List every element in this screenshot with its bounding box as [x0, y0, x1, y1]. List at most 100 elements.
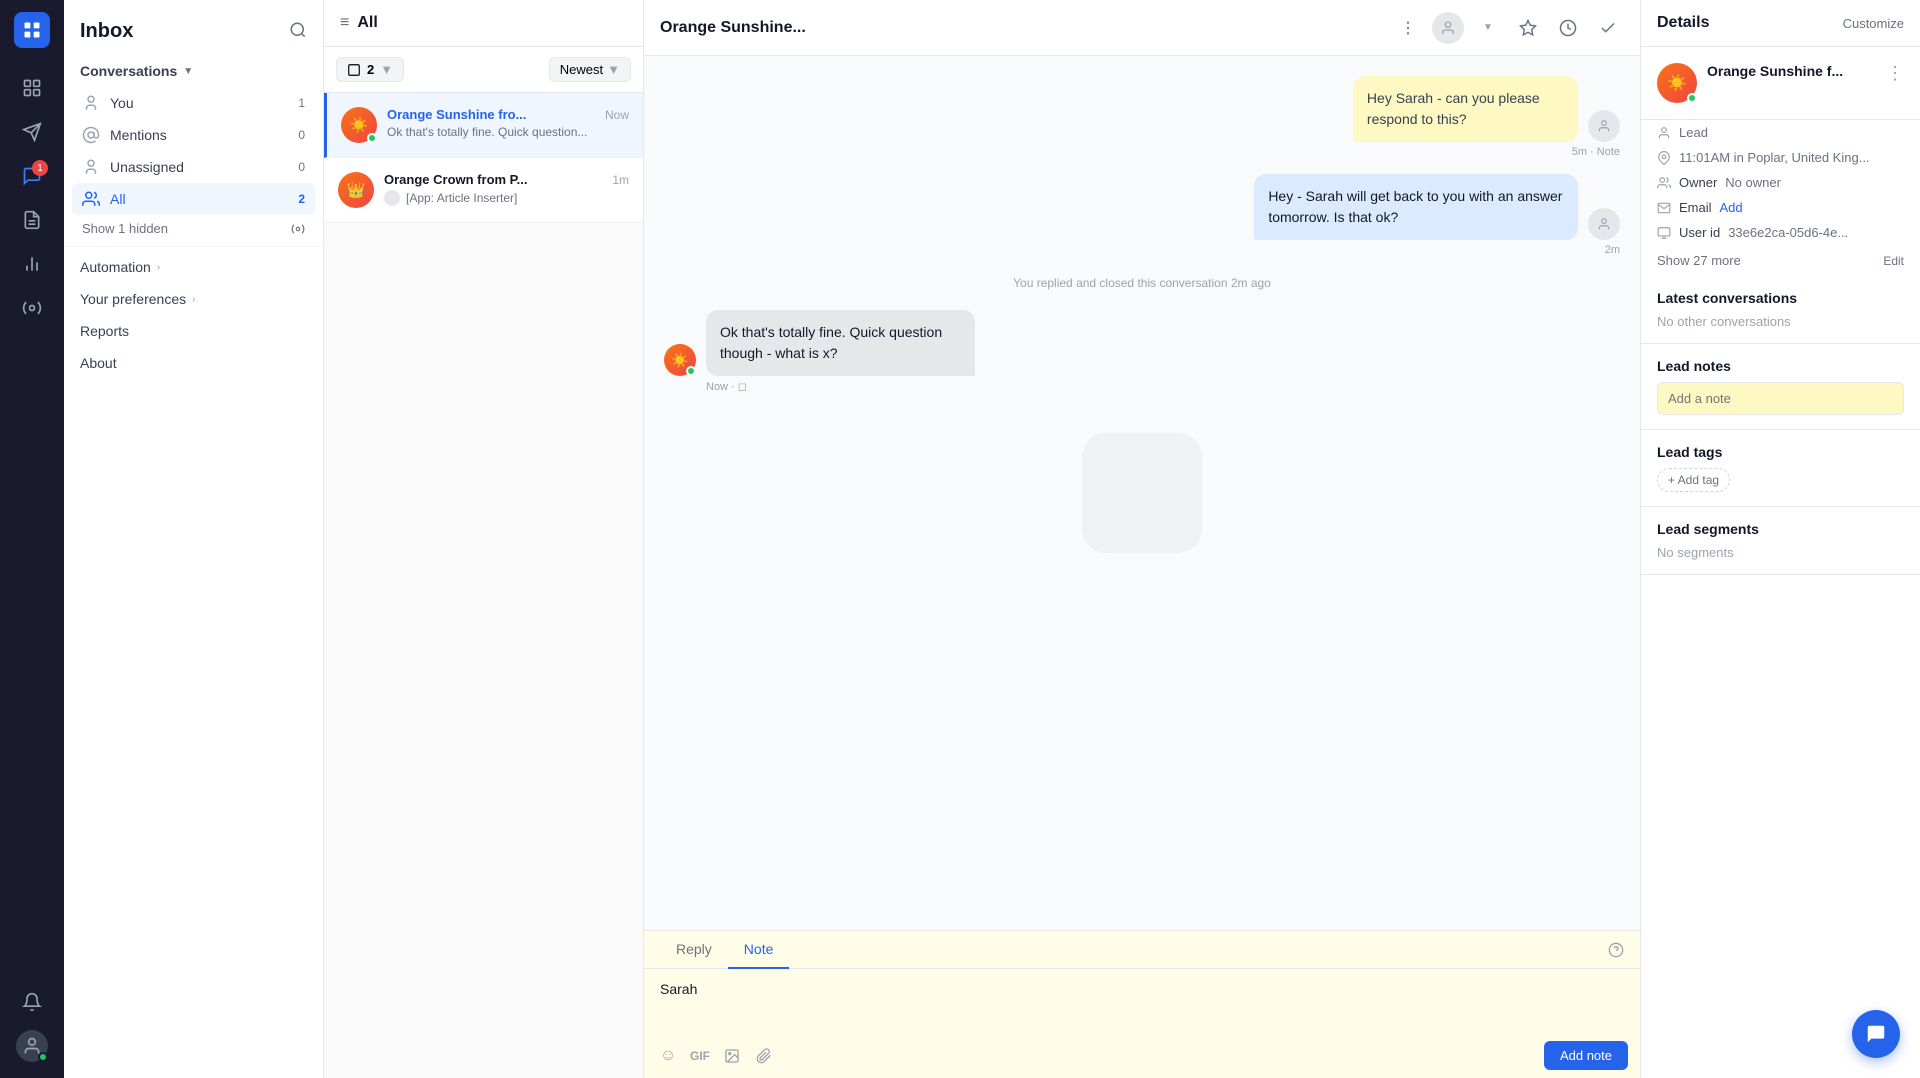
icon-bar: 1 [0, 0, 64, 1078]
add-tag-button[interactable]: + Add tag [1657, 468, 1730, 492]
lead-notes-title: Lead notes [1657, 358, 1904, 374]
detail-owner: Owner No owner [1641, 170, 1920, 195]
conv-list-header: ≡ All [324, 0, 643, 47]
star-icon[interactable] [1512, 12, 1544, 44]
nav-inbox[interactable]: 1 [12, 156, 52, 196]
bubble-4: Ok that's totally fine. Quick question t… [706, 310, 975, 376]
conversations-chevron: ▼ [183, 66, 193, 77]
detail-email: Email Add [1641, 195, 1920, 220]
about-label: About [80, 355, 117, 371]
filter-count-badge[interactable]: 2 ▼ [336, 57, 404, 82]
all-count: 2 [298, 192, 305, 206]
filter-chevron: ▼ [380, 62, 393, 77]
more-options-btn[interactable] [1392, 12, 1424, 44]
detail-location: 11:01AM in Poplar, United King... [1641, 145, 1920, 170]
lead-tags-section: Lead tags + Add tag [1641, 430, 1920, 507]
owner-label: Owner [1679, 175, 1717, 190]
show-more-button[interactable]: Show 27 more Edit [1641, 245, 1920, 276]
sidebar-item-all[interactable]: All 2 [72, 183, 315, 215]
contact-more-button[interactable]: ⋮ [1886, 63, 1904, 84]
reply-tab[interactable]: Reply [660, 931, 728, 969]
attachment-icon[interactable] [752, 1044, 776, 1068]
sidebar-item-unassigned[interactable]: Unassigned 0 [72, 151, 315, 183]
reply-area: Reply Note ☺ GIF Add note [644, 930, 1640, 1078]
nav-reports[interactable] [12, 244, 52, 284]
preferences-arrow: › [192, 294, 195, 305]
reports-item[interactable]: Reports [64, 315, 323, 347]
assignee-avatar[interactable] [1432, 12, 1464, 44]
conv-content-2: Orange Crown from P... 1m [App: Article … [384, 172, 629, 208]
lead-tags-title: Lead tags [1657, 444, 1904, 460]
nav-notes[interactable] [12, 200, 52, 240]
email-value[interactable]: Add [1720, 200, 1904, 215]
lead-notes-input[interactable] [1657, 382, 1904, 415]
you-label: You [110, 95, 134, 111]
email-label: Email [1679, 200, 1712, 215]
lead-segments-title: Lead segments [1657, 521, 1904, 537]
conversations-toggle[interactable]: Conversations ▼ [72, 55, 315, 87]
reply-toolbar: ☺ GIF Add note [644, 1033, 1640, 1078]
conv-preview-1: Ok that's totally fine. Quick question..… [387, 125, 629, 139]
preferences-item[interactable]: Your preferences › [64, 283, 323, 315]
timer-icon[interactable] [1552, 12, 1584, 44]
owner-value: No owner [1725, 175, 1904, 190]
latest-conv-title: Latest conversations [1657, 290, 1904, 306]
show-hidden-btn[interactable]: Show 1 hidden [72, 215, 315, 242]
search-icon[interactable] [289, 21, 307, 42]
conversation-item-1[interactable]: ☀️ Orange Sunshine fro... Now Ok that's … [324, 93, 643, 158]
gif-icon[interactable]: GIF [688, 1044, 712, 1068]
msg-avatar-2 [1588, 208, 1620, 240]
customize-button[interactable]: Customize [1843, 16, 1904, 31]
chat-title: Orange Sunshine... [660, 19, 1380, 37]
reply-input[interactable] [644, 969, 1640, 1033]
msg-avatar-1 [1588, 110, 1620, 142]
about-item[interactable]: About [64, 347, 323, 379]
conv-avatar-2: 👑 [338, 172, 374, 208]
automation-item[interactable]: Automation › [64, 251, 323, 283]
preferences-label: Your preferences [80, 291, 186, 307]
assignee-chevron[interactable]: ▼ [1472, 12, 1504, 44]
sidebar-item-mentions[interactable]: Mentions 0 [72, 119, 315, 151]
hamburger-icon[interactable]: ≡ [340, 14, 349, 32]
sidebar-item-you[interactable]: You 1 [72, 87, 315, 119]
details-contact: ☀️ Orange Sunshine f... ⋮ [1641, 47, 1920, 120]
conversation-list: ≡ All 2 ▼ Newest ▼ ☀️ Orange Sunshine fr… [324, 0, 644, 1078]
conv-time-1: Now [605, 108, 629, 122]
note-tab[interactable]: Note [728, 931, 790, 969]
unassigned-count: 0 [298, 160, 305, 174]
app-logo[interactable] [14, 12, 50, 48]
contact-avatar: ☀️ [1657, 63, 1697, 103]
sort-button[interactable]: Newest ▼ [549, 57, 631, 82]
sidebar-header: Inbox [64, 0, 323, 55]
check-icon[interactable] [1592, 12, 1624, 44]
detail-userid: User id 33e6e2ca-05d6-4e... [1641, 220, 1920, 245]
conv-avatar-1: ☀️ [341, 107, 377, 143]
emoji-icon[interactable]: ☺ [656, 1044, 680, 1068]
lead-segments-section: Lead segments No segments [1641, 507, 1920, 575]
add-note-button[interactable]: Add note [1544, 1041, 1628, 1070]
conv-name-1: Orange Sunshine fro... [387, 107, 526, 122]
add-tag-label: + Add tag [1668, 473, 1719, 487]
you-count: 1 [298, 96, 305, 110]
conv-filters: 2 ▼ Newest ▼ [324, 47, 643, 93]
bubble-1: Hey Sarah - can you please respond to th… [1353, 76, 1578, 142]
details-panel: Details Customize ☀️ Orange Sunshine f..… [1640, 0, 1920, 1078]
nav-user[interactable] [12, 1026, 52, 1066]
conversation-item-2[interactable]: 👑 Orange Crown from P... 1m [App: Articl… [324, 158, 643, 223]
help-icon[interactable] [1608, 931, 1624, 968]
nav-send[interactable] [12, 112, 52, 152]
conv-list-title: All [357, 14, 377, 32]
chat-bubble-button[interactable] [1852, 1010, 1900, 1058]
edit-button[interactable]: Edit [1883, 254, 1904, 268]
conversations-section: Conversations ▼ You 1 Mentions 0 Unassig… [64, 55, 323, 242]
nav-notifications[interactable] [12, 982, 52, 1022]
nav-dashboard[interactable] [12, 68, 52, 108]
msg-meta-4: Now · ◻ [664, 380, 1078, 393]
image-icon[interactable] [720, 1044, 744, 1068]
conversations-label: Conversations [80, 63, 177, 79]
nav-integrations[interactable] [12, 288, 52, 328]
latest-conv-empty: No other conversations [1657, 314, 1904, 329]
sidebar: Inbox Conversations ▼ You 1 Mentions 0 U… [64, 0, 324, 1078]
show-more-label: Show 27 more [1657, 253, 1741, 268]
preview-avatar-2 [384, 190, 400, 206]
